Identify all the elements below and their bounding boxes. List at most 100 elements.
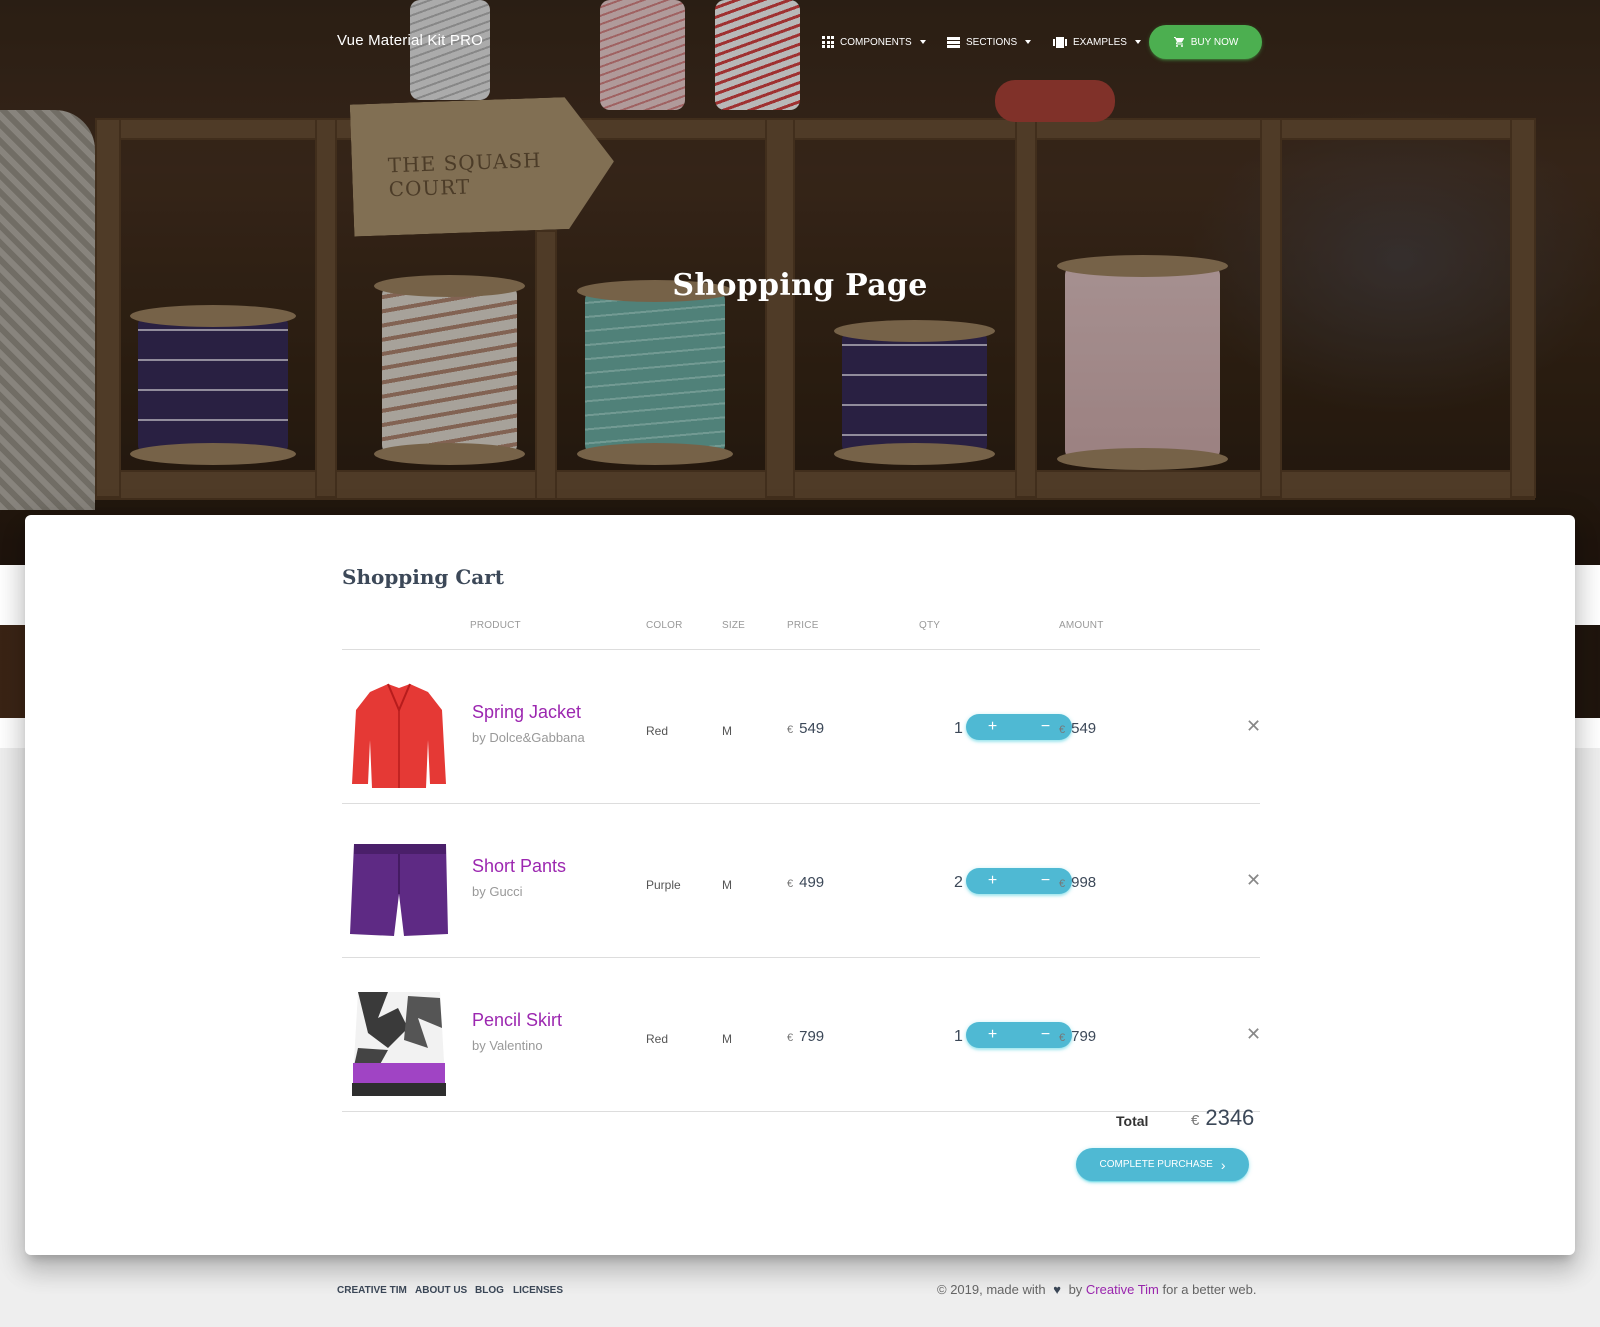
- product-qty: 1: [954, 1028, 963, 1045]
- copyright-text: © 2019, made with ♥ by Creative Tim for …: [937, 1282, 1256, 1297]
- product-brand: by Valentino: [472, 1038, 543, 1053]
- quantity-stepper: + −: [966, 1022, 1072, 1048]
- product-size: M: [722, 878, 732, 892]
- shelf-bottom: [95, 470, 1535, 500]
- copyright-prefix: © 2019, made with: [937, 1282, 1046, 1297]
- nav-examples-label: Examples: [1073, 36, 1127, 48]
- hero-spool: [577, 280, 733, 465]
- product-price-value: 499: [799, 874, 825, 891]
- nav-sections[interactable]: Sections: [947, 34, 1032, 50]
- view-day-icon: [947, 36, 960, 48]
- product-color: Red: [646, 724, 669, 738]
- table-row: Pencil Skirt by Valentino Red M €799 1 +…: [342, 958, 1261, 1112]
- product-amount: €549: [1059, 720, 1096, 737]
- increase-qty-button[interactable]: +: [966, 868, 1019, 894]
- shelf-top: [95, 118, 1535, 140]
- nav-components-label: Components: [840, 36, 912, 48]
- product-name[interactable]: Pencil Skirt: [472, 1010, 562, 1031]
- product-price: €549: [787, 720, 824, 737]
- table-row: Short Pants by Gucci Purple M €499 2 + −…: [342, 804, 1261, 958]
- nav-sections-label: Sections: [966, 36, 1018, 48]
- column-header-size: Size: [722, 620, 746, 631]
- product-color: Purple: [646, 878, 681, 892]
- product-price: €799: [787, 1028, 824, 1045]
- product-name[interactable]: Spring Jacket: [472, 702, 581, 723]
- product-image-jacket: [352, 683, 446, 788]
- total-label: Total: [1116, 1113, 1149, 1129]
- product-brand: by Dolce&Gabbana: [472, 730, 585, 745]
- total-amount: 2346: [1205, 1105, 1255, 1130]
- complete-purchase-button[interactable]: Complete Purchase ›: [1076, 1148, 1249, 1181]
- currency-symbol: €: [787, 878, 794, 890]
- row-divider: [342, 1111, 1260, 1112]
- complete-purchase-label: Complete Purchase: [1099, 1159, 1213, 1170]
- column-header-product: Product: [470, 620, 521, 631]
- hero-tag: THE SQUASH COURT: [350, 95, 616, 236]
- increase-qty-button[interactable]: +: [966, 714, 1019, 740]
- heart-icon: ♥: [1053, 1282, 1061, 1297]
- product-brand: by Gucci: [472, 884, 523, 899]
- remove-item-button[interactable]: ✕: [1246, 870, 1261, 891]
- column-header-price: Price: [787, 620, 819, 631]
- quantity-stepper: + −: [966, 714, 1072, 740]
- caret-down-icon: [1134, 40, 1141, 44]
- hero-spool: [834, 320, 995, 465]
- shelf-post: [1510, 118, 1536, 498]
- product-size: M: [722, 724, 732, 738]
- hero-spool: [374, 275, 525, 465]
- shopping-cart-card: Shopping Cart Product Color Size Price Q…: [25, 515, 1575, 1255]
- column-header-color: Color: [646, 620, 683, 631]
- copyright-suffix: for a better web.: [1162, 1282, 1257, 1297]
- nav-examples[interactable]: Examples: [1053, 34, 1141, 50]
- currency-symbol: €: [1059, 1032, 1066, 1044]
- product-image-skirt: [352, 992, 446, 1096]
- product-qty: 1: [954, 720, 963, 737]
- view-carousel-icon: [1053, 36, 1067, 48]
- total-value: €2346: [1191, 1105, 1254, 1131]
- creative-tim-link[interactable]: Creative Tim: [1086, 1282, 1159, 1297]
- caret-down-icon: [1025, 40, 1032, 44]
- increase-qty-button[interactable]: +: [966, 1022, 1019, 1048]
- product-size: M: [722, 1032, 732, 1046]
- product-amount: €998: [1059, 874, 1096, 891]
- shelf-post: [315, 118, 337, 498]
- remove-item-button[interactable]: ✕: [1246, 716, 1261, 737]
- product-amount-value: 799: [1071, 1028, 1097, 1045]
- product-price: €499: [787, 874, 824, 891]
- cart-title: Shopping Cart: [342, 565, 505, 589]
- product-amount-value: 998: [1071, 874, 1097, 891]
- footer-link-licenses[interactable]: Licenses: [513, 1285, 563, 1296]
- shelf-post: [765, 118, 795, 498]
- hero-spool: [130, 305, 296, 465]
- product-price-value: 799: [799, 1028, 825, 1045]
- quantity-stepper: + −: [966, 868, 1072, 894]
- product-amount: €799: [1059, 1028, 1096, 1045]
- currency-symbol: €: [1191, 1112, 1200, 1129]
- buy-now-label: Buy Now: [1190, 36, 1239, 48]
- footer-link-creative-tim[interactable]: Creative Tim: [337, 1285, 407, 1296]
- product-name[interactable]: Short Pants: [472, 856, 566, 877]
- product-image-pants: [350, 844, 448, 936]
- hero-pincushion: [995, 80, 1115, 122]
- footer-link-about-us[interactable]: About Us: [415, 1285, 467, 1296]
- nav-components[interactable]: Components: [822, 34, 926, 50]
- shelf-post: [95, 118, 121, 498]
- remove-item-button[interactable]: ✕: [1246, 1024, 1261, 1045]
- product-amount-value: 549: [1071, 720, 1097, 737]
- column-header-amount: Amount: [1059, 620, 1104, 631]
- product-price-value: 549: [799, 720, 825, 737]
- apps-icon: [822, 36, 834, 48]
- page-title: Shopping Page: [672, 268, 928, 303]
- buy-now-button[interactable]: Buy Now: [1149, 25, 1262, 59]
- shopping-cart-icon: [1173, 37, 1184, 47]
- hero-cloth: [0, 110, 95, 510]
- shelf-post: [1015, 118, 1037, 498]
- table-row: Spring Jacket by Dolce&Gabbana Red M €54…: [342, 650, 1261, 804]
- currency-symbol: €: [787, 724, 794, 736]
- brand-logo[interactable]: Vue Material Kit PRO: [337, 32, 483, 49]
- caret-down-icon: [919, 40, 926, 44]
- copyright-by: by: [1068, 1282, 1083, 1297]
- product-qty: 2: [954, 874, 963, 891]
- footer-link-blog[interactable]: Blog: [475, 1285, 504, 1296]
- currency-symbol: €: [787, 1032, 794, 1044]
